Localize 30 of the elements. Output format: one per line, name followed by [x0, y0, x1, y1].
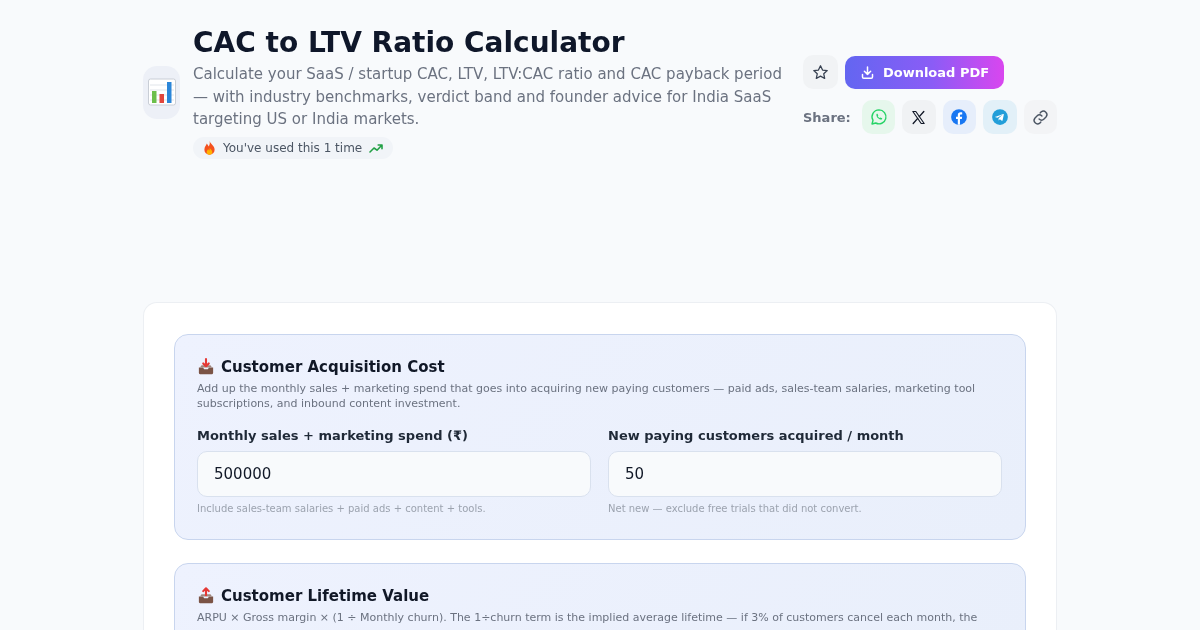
- share-label: Share:: [803, 109, 851, 125]
- field-label: New paying customers acquired / month: [608, 426, 905, 445]
- number-input[interactable]: 500000: [197, 450, 591, 497]
- number-input[interactable]: 50: [608, 450, 1002, 497]
- paper-plane-icon: [990, 108, 1009, 126]
- x-icon: [910, 108, 928, 126]
- download-icon: [859, 64, 875, 80]
- share-button[interactable]: [902, 100, 936, 134]
- section-description: ARPU × Gross margin × (1 ÷ Monthly churn). The 1÷churn term is the implied average lifetime — if 3% of customers cancel each month, the: [197, 609, 979, 625]
- trend-up-icon: [369, 142, 384, 153]
- fire-icon: [203, 140, 216, 155]
- outbox-tray-icon: [197, 586, 215, 605]
- share-button[interactable]: [1023, 100, 1057, 134]
- inbox-tray-icon: [197, 357, 215, 376]
- favorite-button[interactable]: [803, 55, 838, 89]
- section-description: Add up the monthly sales + marketing spend that goes into acquiring new paying customers — paid ads, sales-team salaries, marketing tool subscriptions, and inbound content investment.: [197, 380, 977, 411]
- page-subtitle: Calculate your SaaS / startup CAC, LTV, LTV:CAC ratio and CAC payback period — with industry benchmarks, verdict band and founder advice for India SaaS targeting US or India markets.: [193, 64, 783, 130]
- page-title: CAC to LTV Ratio Calculator: [193, 26, 625, 60]
- field-hint: Net new — exclude free trials that did not convert.: [608, 501, 863, 516]
- f-circle-icon: [950, 108, 969, 126]
- chat-phone-icon: [869, 108, 888, 126]
- field-label: Monthly sales + marketing spend (₹): [197, 426, 469, 445]
- star-icon: [812, 63, 829, 81]
- download-pdf-button[interactable]: Download PDF: [845, 55, 1004, 89]
- bar-chart-icon: [143, 65, 180, 119]
- section-title: Customer Acquisition Cost: [221, 356, 445, 377]
- link-icon: [1031, 108, 1049, 126]
- usage-text: You've used this 1 time: [223, 140, 363, 155]
- section-title: Customer Lifetime Value: [221, 585, 430, 606]
- field-hint: Include sales-team salaries + paid ads + content + tools.: [197, 501, 487, 516]
